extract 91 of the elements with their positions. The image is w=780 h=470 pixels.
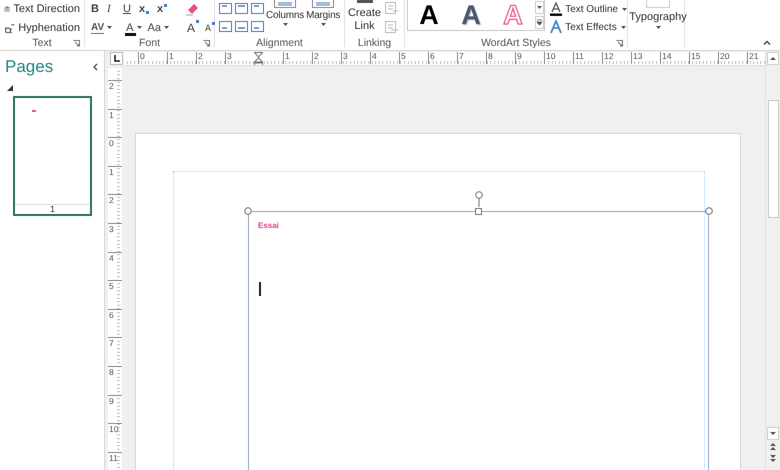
text-outline-icon: [549, 2, 564, 16]
wordart-style[interactable]: A: [450, 1, 492, 29]
ruler-number: 1: [108, 108, 122, 138]
ruler-number: 1: [167, 52, 196, 64]
ruler-number: 6: [428, 52, 457, 64]
font-color-button[interactable]: A: [126, 22, 142, 34]
text-effects-icon: [549, 20, 564, 34]
character-spacing-button[interactable]: AV: [91, 22, 112, 34]
vertical-scrollbar[interactable]: [765, 51, 780, 470]
dialog-launcher-icon[interactable]: [616, 40, 623, 46]
ruler-number: 8: [486, 52, 515, 64]
ruler-number: 10: [544, 52, 573, 64]
ruler-number: 2: [312, 52, 341, 64]
group-label: Font: [138, 37, 160, 49]
eraser-icon[interactable]: [185, 2, 199, 16]
create-link-button[interactable]: Create Link: [345, 0, 381, 33]
tab-stop-icon: [114, 55, 120, 62]
ruler-number: 9: [108, 394, 122, 424]
ruler-number: 10: [108, 423, 122, 452]
caret-icon: [320, 23, 326, 26]
scroll-thumb[interactable]: [768, 100, 778, 218]
panel-title: Pages: [5, 57, 54, 77]
caret-icon: [622, 8, 627, 10]
caret-icon: [656, 26, 660, 29]
align-icon[interactable]: [235, 21, 248, 32]
superscript-button[interactable]: x: [157, 3, 169, 16]
expand-icon[interactable]: [7, 85, 13, 91]
wordart-style[interactable]: A: [408, 1, 450, 29]
caret-icon: [282, 23, 288, 26]
ruler-number: 13: [631, 52, 660, 64]
ruler-number: 2: [108, 80, 122, 109]
subscript-button[interactable]: x: [139, 3, 151, 16]
bold-button[interactable]: B: [91, 3, 101, 16]
ruler-number: 0: [138, 52, 167, 64]
tab-selector[interactable]: [110, 52, 123, 65]
italic-button[interactable]: I: [107, 3, 117, 16]
ruler-number: 1: [108, 166, 122, 194]
ruler-number: 11: [108, 452, 122, 470]
ruler-number: 3: [108, 222, 122, 252]
ruler-number: 5: [399, 52, 428, 64]
ruler-number: 14: [660, 52, 689, 64]
ruler-number: 8: [108, 366, 122, 395]
page-number: 1: [48, 205, 56, 214]
more-icon[interactable]: [535, 16, 544, 29]
scroll-down-icon[interactable]: [767, 427, 779, 440]
collapse-ribbon-icon[interactable]: [763, 40, 771, 45]
rotate-handle[interactable]: [475, 191, 483, 207]
change-case-button[interactable]: Aa: [148, 22, 169, 34]
ruler-number: 15: [689, 52, 718, 64]
resize-handle[interactable]: [475, 208, 482, 215]
align-icon[interactable]: [235, 3, 248, 14]
ruler-number: 4: [370, 52, 399, 64]
resize-handle[interactable]: [244, 207, 252, 215]
page-thumbnail[interactable]: 1: [13, 96, 92, 216]
ruler-number: 6: [108, 308, 122, 338]
ruler-number: 20: [718, 52, 747, 64]
ruler-number: 7: [108, 337, 122, 366]
dialog-launcher-icon[interactable]: [73, 40, 80, 46]
ruler-number: 0: [108, 137, 122, 166]
align-icon[interactable]: [251, 3, 264, 14]
resize-handle[interactable]: [705, 207, 713, 215]
align-icon[interactable]: [219, 3, 232, 14]
ruler-number: 2: [108, 194, 122, 223]
text-cursor: [259, 282, 260, 296]
text-box-title: Essai: [258, 221, 279, 230]
group-label: Text: [32, 37, 52, 49]
hyphenation-button[interactable]: Hyphenation: [4, 20, 80, 36]
text-outline-button[interactable]: Text Outline: [549, 1, 627, 17]
underline-button[interactable]: U: [123, 3, 133, 16]
margins-button[interactable]: Margins: [306, 0, 340, 26]
group-label: WordArt Styles: [481, 37, 551, 49]
ruler-number: 11: [573, 52, 602, 64]
ruler-number: 7: [457, 52, 486, 64]
columns-button[interactable]: Columns: [266, 0, 304, 26]
align-icon[interactable]: [219, 21, 232, 32]
text-direction-button[interactable]: Text Direction: [4, 1, 80, 18]
text-effects-button[interactable]: Text Effects: [549, 19, 627, 35]
group-label: Linking: [358, 37, 392, 49]
ruler-number: 5: [108, 280, 122, 309]
ruler-number: 3: [341, 52, 370, 64]
ruler-number: 2: [196, 52, 225, 64]
ruler-number: 12: [602, 52, 631, 64]
dialog-launcher-icon[interactable]: [203, 40, 210, 46]
caret-icon: [620, 26, 626, 28]
ruler-number: 4: [108, 252, 122, 280]
group-label: Alignment: [256, 37, 303, 49]
collapse-icon[interactable]: [92, 63, 98, 71]
align-icon[interactable]: [251, 21, 264, 32]
ruler-number: 9: [515, 52, 544, 64]
ruler-number: 1: [283, 52, 312, 64]
indent-marker-icon[interactable]: [254, 52, 263, 65]
